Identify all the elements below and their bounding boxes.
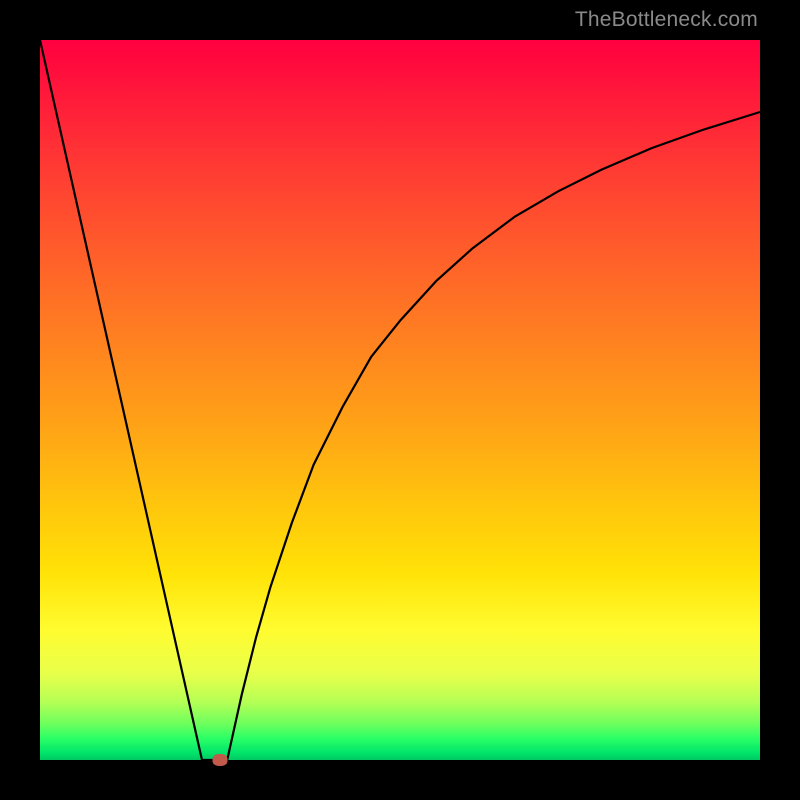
optimal-point-marker xyxy=(213,754,228,766)
chart-frame: TheBottleneck.com xyxy=(0,0,800,800)
bottleneck-curve xyxy=(40,40,760,760)
attribution-text: TheBottleneck.com xyxy=(575,8,758,32)
chart-curve xyxy=(40,40,760,760)
